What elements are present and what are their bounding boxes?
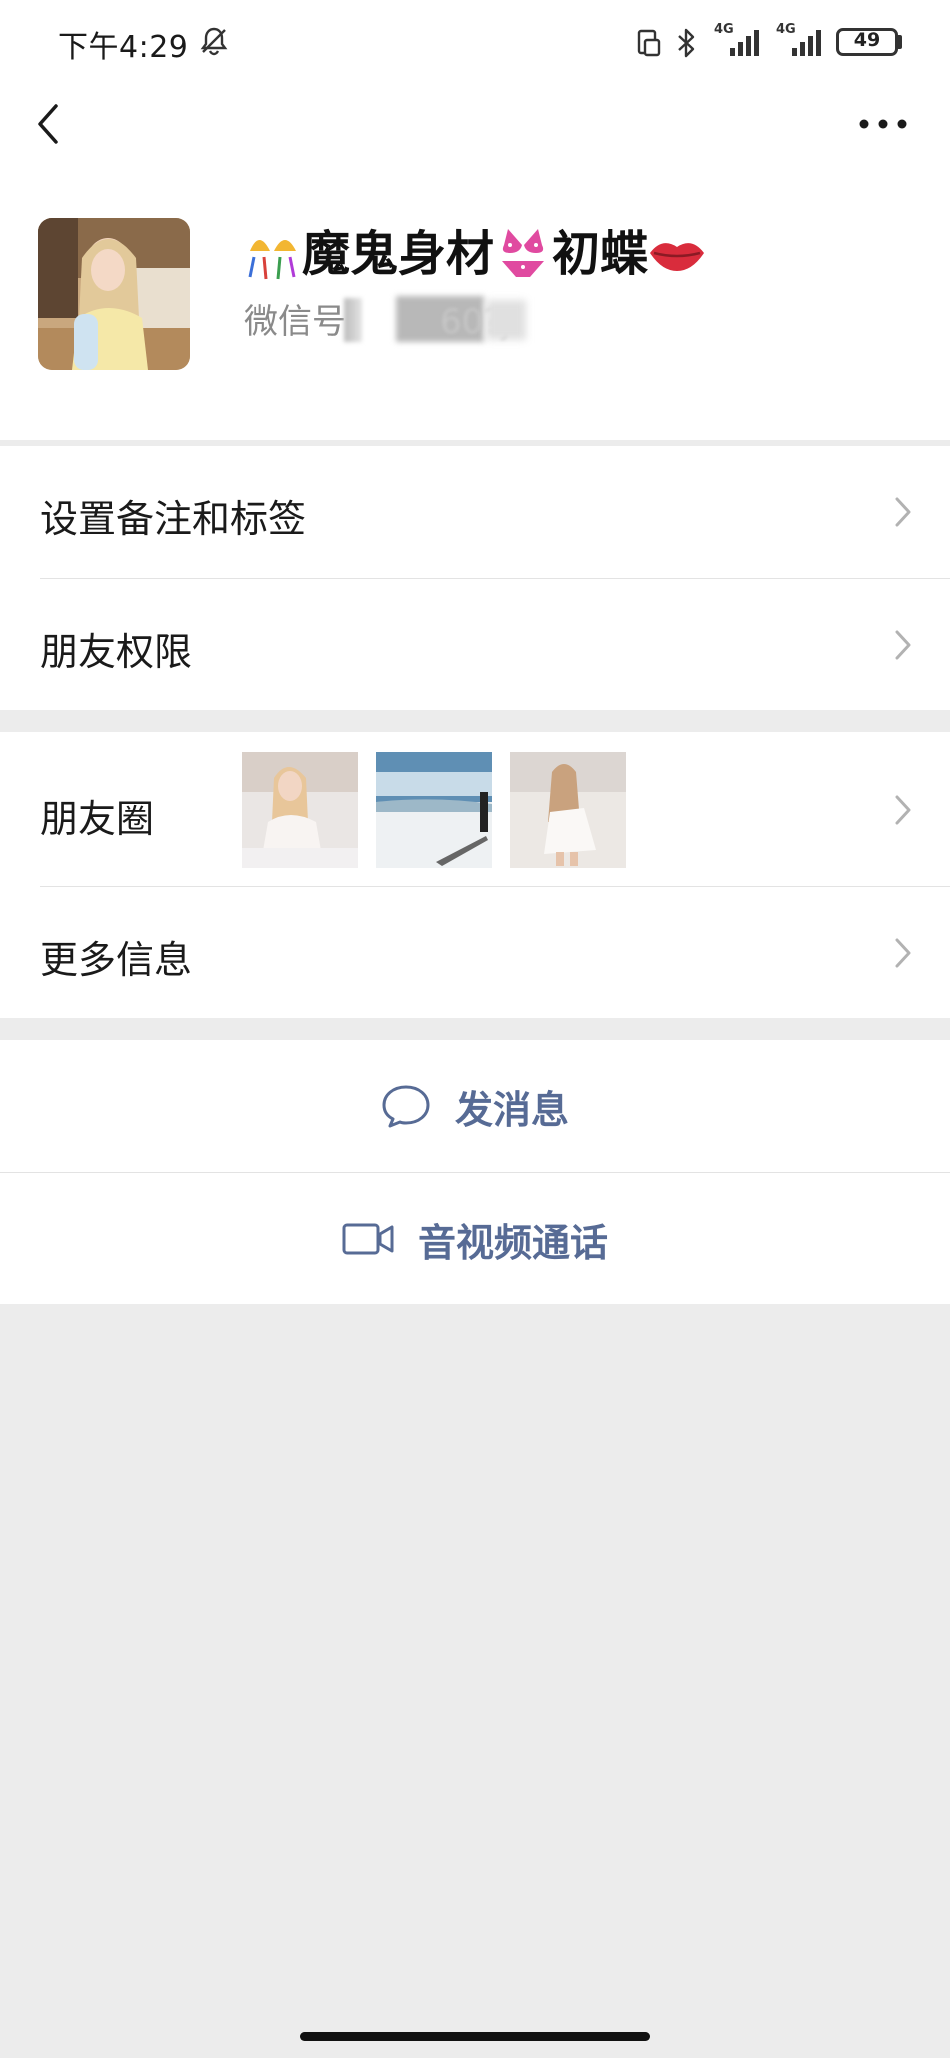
chevron-right-icon	[895, 630, 911, 660]
screen-rotate-icon	[637, 29, 661, 57]
signal-bars-icon	[792, 30, 821, 56]
video-call-button[interactable]: 音视频通话	[0, 1173, 950, 1305]
profile-name-part-2: 初蝶	[552, 226, 649, 282]
back-chevron-icon[interactable]	[30, 100, 66, 148]
signal-bars-icon	[730, 30, 759, 56]
profile-name-part-1: 魔鬼身材	[302, 226, 495, 282]
moments-section: 朋友圈 更多信息	[0, 732, 950, 1018]
avatar[interactable]	[38, 218, 190, 370]
chat-bubble-icon	[382, 1085, 430, 1128]
wechat-id-label: 微信号	[244, 302, 346, 342]
action-section: 发消息 音视频通话	[0, 1040, 950, 1304]
more-dots-icon[interactable]	[856, 112, 910, 136]
more-info-row[interactable]: 更多信息	[0, 887, 950, 1018]
cellular-signal-2: 4G	[774, 22, 830, 58]
mute-bell-icon	[200, 27, 228, 56]
battery-level: 49	[853, 29, 881, 51]
moments-label: 朋友圈	[40, 797, 155, 841]
send-message-label: 发消息	[454, 1087, 569, 1132]
home-indicator[interactable]	[300, 2032, 650, 2041]
settings-section: 设置备注和标签 朋友权限	[0, 446, 950, 710]
friend-permissions-label: 朋友权限	[40, 630, 193, 674]
more-info-label: 更多信息	[40, 938, 193, 982]
remark-tags-row[interactable]: 设置备注和标签	[0, 446, 950, 578]
cellular-signal-1: 4G	[712, 22, 768, 58]
remark-tags-label: 设置备注和标签	[40, 497, 307, 541]
status-time: 下午4:29	[58, 30, 189, 65]
battery-cap	[897, 35, 902, 49]
bluetooth-icon	[678, 28, 695, 58]
chevron-right-icon	[895, 497, 911, 527]
moments-row[interactable]: 朋友圈	[0, 732, 950, 886]
send-message-button[interactable]: 发消息	[0, 1040, 950, 1172]
video-camera-icon	[342, 1223, 394, 1255]
chevron-right-icon	[895, 938, 911, 968]
redaction-blur	[486, 300, 526, 340]
lips-kiss-icon	[650, 243, 705, 271]
moments-thumbnail	[242, 752, 358, 868]
moments-thumbnail	[510, 752, 626, 868]
profile-name: 魔鬼身材 初蝶	[244, 222, 706, 286]
friend-permissions-row[interactable]: 朋友权限	[0, 579, 950, 710]
bikini-icon	[502, 229, 545, 277]
confetti-icon	[248, 240, 296, 280]
redaction-blur	[344, 298, 362, 342]
chevron-right-icon	[895, 795, 911, 825]
moments-thumbnail	[376, 752, 492, 868]
video-call-label: 音视频通话	[417, 1220, 608, 1265]
